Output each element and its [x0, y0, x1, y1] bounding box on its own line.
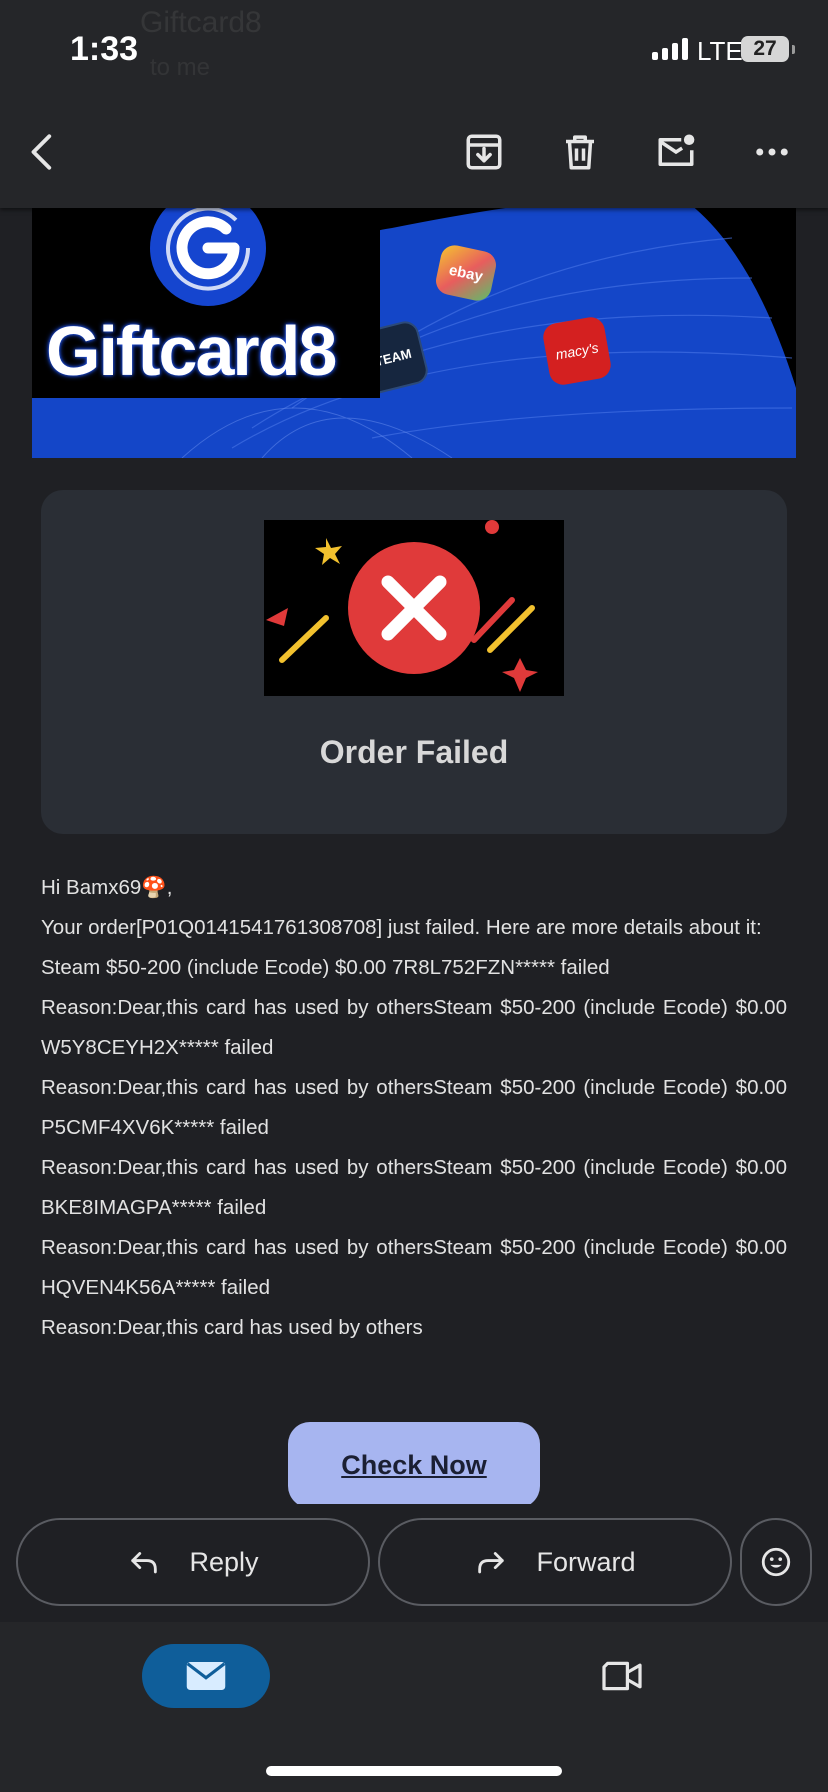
underlay-subtitle: to me	[150, 54, 211, 81]
mark-unread-button[interactable]	[648, 124, 704, 180]
detail-line: Steam $50-200 (include Ecode) $0.00 7R8L…	[41, 956, 610, 979]
back-icon	[31, 134, 52, 170]
detail-line: Reason:Dear,this card has used by others	[41, 1316, 423, 1339]
mail-icon	[186, 1662, 226, 1690]
forward-button[interactable]: Forward	[378, 1518, 732, 1606]
giftcard8-banner: ebay STEAM macy's Giftcard8	[32, 208, 796, 458]
brand-name: Giftcard8	[46, 312, 337, 390]
message-text: Hi Bamx69🍄, Your order[P01Q0141541761308…	[41, 868, 787, 1348]
archive-button[interactable]	[456, 124, 512, 180]
underlay-sender: Giftcard8	[140, 6, 262, 39]
more-options-button[interactable]	[744, 124, 800, 180]
archive-icon	[466, 134, 502, 170]
meet-tab[interactable]	[594, 1644, 650, 1708]
detail-line: Reason:Dear,this card has used by others…	[41, 996, 787, 1059]
forward-icon	[478, 1552, 505, 1574]
error-illustration	[264, 520, 564, 696]
mark-unread-icon	[658, 134, 695, 166]
battery-icon: 27	[741, 36, 795, 62]
giftcard8-logo-icon	[150, 208, 266, 306]
delete-button[interactable]	[552, 124, 608, 180]
greeting: Hi Bamx69🍄,	[41, 876, 173, 899]
reply-button[interactable]: Reply	[16, 1518, 370, 1606]
reply-icon	[131, 1552, 158, 1574]
detail-line: Reason:Dear,this card has used by others…	[41, 1156, 787, 1219]
network-label: LTE	[697, 36, 743, 66]
signal-icon	[652, 38, 688, 60]
bottom-navigation	[0, 1622, 828, 1792]
order-status-card: Order Failed	[41, 490, 787, 834]
logo-box: Giftcard8	[32, 208, 380, 398]
mail-tab[interactable]	[142, 1644, 270, 1708]
emoji-icon	[761, 1547, 791, 1577]
top-bar: Giftcard8 to me 1:33 LTE 27	[0, 0, 828, 208]
status-time: 1:33	[70, 30, 139, 68]
emoji-reaction-button[interactable]	[740, 1518, 812, 1606]
forward-label: Forward	[536, 1546, 636, 1577]
trash-icon	[566, 135, 594, 170]
more-icon	[756, 148, 788, 156]
email-body: ebay STEAM macy's Giftcard8 Order Failed…	[32, 208, 796, 1504]
home-indicator	[266, 1766, 562, 1776]
order-failed-title: Order Failed	[319, 734, 509, 770]
intro-paragraph: Your order[P01Q0141541761308708] just fa…	[41, 916, 762, 939]
video-icon	[602, 1661, 642, 1691]
detail-line: Reason:Dear,this card has used by others…	[41, 1076, 787, 1139]
reply-label: Reply	[189, 1546, 259, 1577]
back-button[interactable]	[16, 124, 72, 180]
check-now-button[interactable]: Check Now	[288, 1422, 540, 1504]
reply-actions-bar: Reply Forward	[0, 1504, 828, 1622]
detail-line: Reason:Dear,this card has used by others…	[41, 1236, 787, 1299]
macys-card: macy's	[541, 315, 613, 387]
